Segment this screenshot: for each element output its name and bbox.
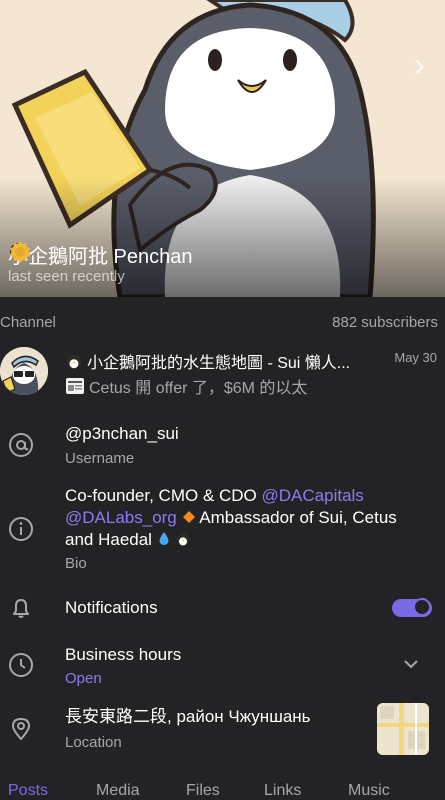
- bio-link-dacapitals[interactable]: @DACapitals: [262, 486, 364, 505]
- channel-avatar: [0, 347, 48, 395]
- chevron-down-icon[interactable]: [403, 658, 419, 670]
- tab-music[interactable]: Music: [348, 782, 390, 800]
- location-label: Location: [65, 734, 122, 751]
- bio-text-part: Co-founder, CMO & CDO: [65, 486, 262, 505]
- notifications-label: Notifications: [65, 598, 158, 617]
- penguin-emoji-icon: [177, 533, 190, 547]
- username-label: Username: [65, 450, 135, 467]
- channel-title: 小企鵝阿批的水生態地圖 - Sui 懶人...: [65, 349, 385, 373]
- bio-text-part: and Haedal: [65, 530, 152, 549]
- subscriber-count: 882 subscribers: [332, 314, 438, 331]
- newspaper-emoji-icon: [66, 378, 84, 394]
- tab-media[interactable]: Media: [96, 782, 140, 800]
- bio-link-dalabs[interactable]: @DALabs_org: [65, 508, 177, 527]
- map-preview-icon: [377, 703, 429, 755]
- channel-last-post-text: Cetus 開 offer 了，$6M 的以太: [89, 380, 308, 397]
- bio-text-part: Ambassador of Sui, Cetus: [195, 508, 397, 527]
- info-icon: [9, 517, 33, 541]
- media-tabs: Posts Media Files Links Music: [0, 778, 445, 800]
- channel-post-date: May 30: [394, 350, 437, 365]
- business-hours-label: Business hours: [65, 645, 182, 664]
- clock-icon: [9, 653, 33, 677]
- linked-channel[interactable]: 小企鵝阿批的水生態地圖 - Sui 懶人... May 30 Cetus 開 o…: [0, 343, 445, 399]
- orange-diamond-icon: [182, 511, 195, 523]
- bio-text: Co-founder, CMO & CDO @DACapitals @DALab…: [65, 485, 440, 551]
- tab-posts[interactable]: Posts: [8, 782, 48, 800]
- business-hours-status: Open: [65, 670, 102, 687]
- channel-title-text: 小企鵝阿批的水生態地圖 - Sui 懶人...: [87, 355, 351, 372]
- location-pin-icon: [11, 717, 31, 741]
- tab-files[interactable]: Files: [186, 782, 220, 800]
- verified-badge-icon[interactable]: [8, 240, 32, 264]
- username-value: @p3nchan_sui: [65, 424, 179, 443]
- droplet-icon: [159, 532, 169, 545]
- bio-row: Co-founder, CMO & CDO @DACapitals @DALab…: [0, 482, 445, 574]
- last-seen-status: last seen recently: [8, 268, 125, 285]
- next-photo-icon[interactable]: ›: [414, 46, 425, 85]
- location-row[interactable]: 長安東路二段, район Чжуншань Location: [0, 702, 445, 758]
- channel-meta: Channel 882 subscribers: [0, 314, 445, 334]
- bio-label: Bio: [65, 555, 87, 572]
- profile-name-text: 小企鵝阿批 Penchan: [8, 246, 193, 268]
- map-thumbnail[interactable]: [377, 703, 429, 755]
- notifications-toggle[interactable]: [392, 598, 432, 617]
- penguin-emoji-icon: [66, 354, 82, 370]
- channel-type-label: Channel: [0, 314, 56, 331]
- business-hours-row[interactable]: Business hours Open: [0, 640, 445, 690]
- location-address: 長安東路二段, район Чжуншань: [65, 707, 311, 726]
- notifications-row[interactable]: Notifications: [0, 590, 445, 626]
- bell-icon: [13, 599, 29, 618]
- at-icon: [9, 433, 33, 457]
- profile-cover[interactable]: › 小企鵝阿批 Penchan last seen recently: [0, 0, 445, 297]
- penguin-avatar-icon: [0, 347, 48, 395]
- profile-name: 小企鵝阿批 Penchan: [8, 240, 193, 269]
- tab-links[interactable]: Links: [264, 782, 301, 800]
- channel-last-post: Cetus 開 offer 了，$6M 的以太: [65, 374, 307, 398]
- username-row[interactable]: @p3nchan_sui Username: [0, 418, 445, 474]
